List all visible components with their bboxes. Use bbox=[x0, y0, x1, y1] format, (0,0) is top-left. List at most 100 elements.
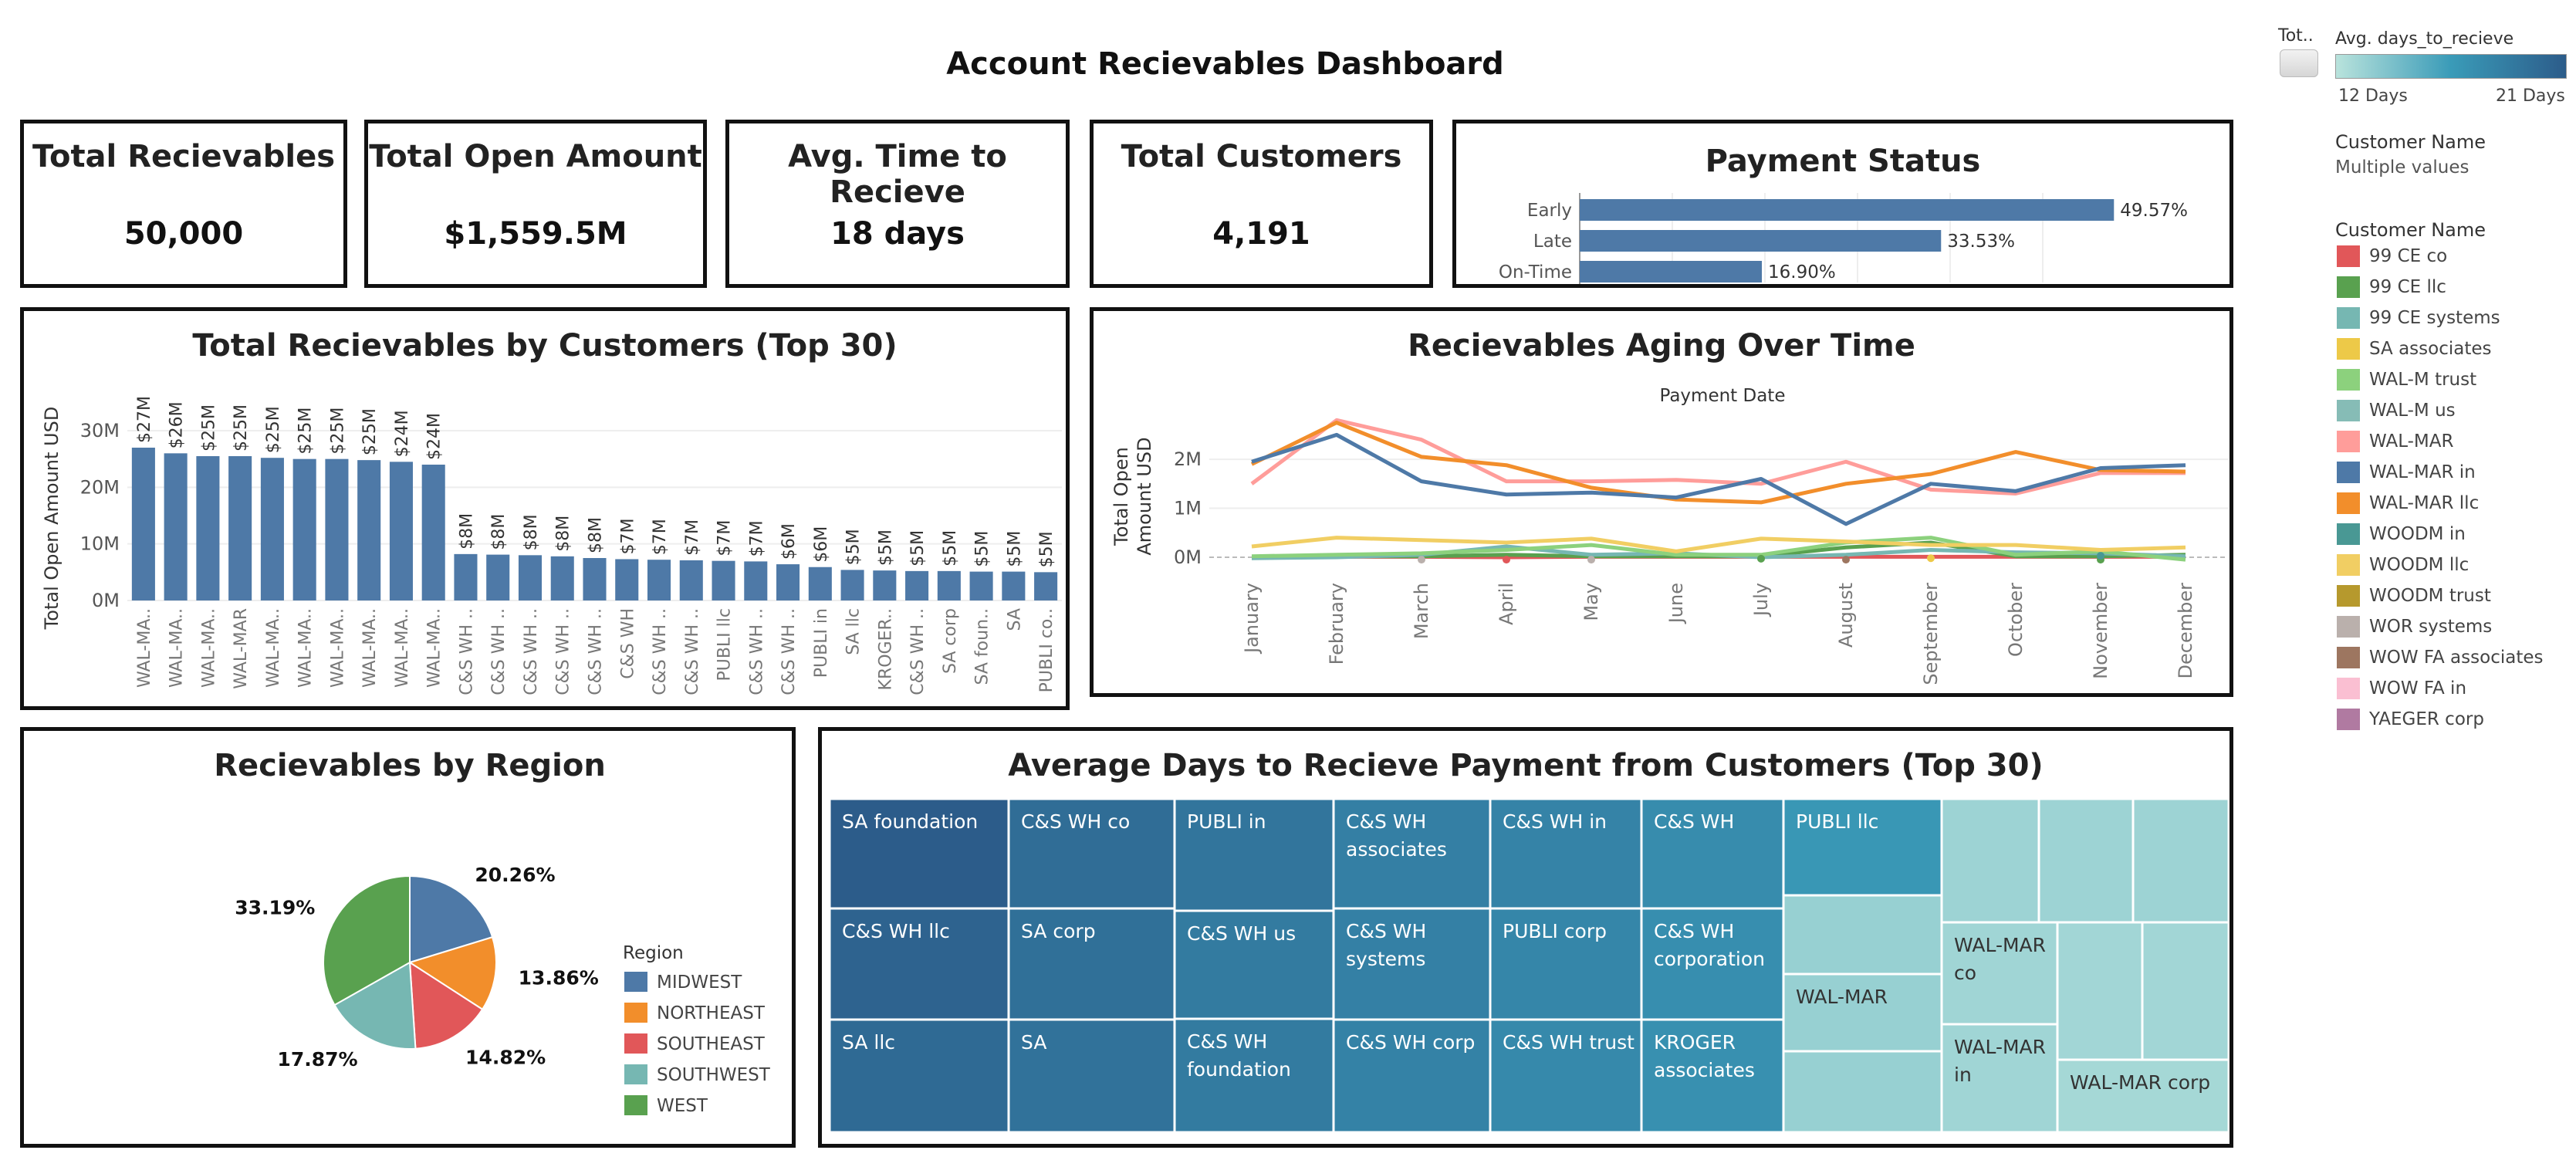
bar[interactable] bbox=[583, 558, 607, 600]
data-point[interactable] bbox=[1587, 556, 1595, 564]
bar[interactable] bbox=[1580, 199, 2115, 221]
value-label: $5M bbox=[876, 529, 895, 566]
chart-title: Total Recievables by Customers (Top 30) bbox=[192, 328, 897, 364]
data-point[interactable] bbox=[1503, 556, 1510, 564]
treemap-tile[interactable] bbox=[2037, 797, 2135, 924]
bar[interactable] bbox=[421, 465, 445, 600]
legend-item[interactable]: SA associates bbox=[2369, 339, 2491, 359]
payment-status-chart: Payment Status Early 49.57% Late 33.53% On-Ti… bbox=[1499, 144, 2188, 284]
bar[interactable] bbox=[357, 460, 381, 600]
bar[interactable] bbox=[647, 560, 671, 600]
legend-item[interactable]: WAL-MAR in bbox=[2369, 462, 2476, 482]
bar[interactable] bbox=[615, 559, 639, 600]
bar[interactable] bbox=[712, 560, 735, 600]
x-tick-label: WAL-MA.. bbox=[135, 608, 154, 688]
legend-item[interactable]: 99 CE co bbox=[2369, 246, 2447, 266]
value-label: $25M bbox=[264, 406, 283, 453]
treemap-tile[interactable] bbox=[1940, 797, 2040, 924]
bar[interactable] bbox=[389, 462, 413, 600]
bar[interactable] bbox=[164, 453, 188, 600]
value-label: $8M bbox=[457, 513, 476, 550]
tot-toggle[interactable] bbox=[2280, 49, 2318, 77]
bar[interactable] bbox=[1034, 572, 1058, 600]
legend-item[interactable]: 99 CE systems bbox=[2369, 308, 2500, 328]
bar[interactable] bbox=[486, 554, 510, 600]
bar[interactable] bbox=[969, 571, 993, 600]
legend-swatch bbox=[2337, 647, 2360, 668]
tile-label: C&S WH corp bbox=[1346, 1031, 1475, 1054]
bar[interactable] bbox=[196, 456, 220, 600]
region-chart: Recievables by Region 20.26% 13.86% 14.82% 1… bbox=[214, 748, 771, 1116]
x-tick-label: September bbox=[1920, 583, 1942, 685]
series-line[interactable] bbox=[1251, 536, 2186, 553]
data-point[interactable] bbox=[1418, 556, 1425, 564]
tile-label: C&S WH trust bbox=[1503, 1031, 1635, 1054]
value-label: $25M bbox=[328, 408, 347, 455]
kpi-card-total-open-amount: Total Open Amount $1,559.5M bbox=[364, 120, 707, 288]
bar[interactable] bbox=[776, 564, 800, 600]
bar[interactable] bbox=[808, 567, 832, 600]
dashboard-title: Account Recievables Dashboard bbox=[946, 46, 1504, 82]
bar[interactable] bbox=[905, 570, 929, 600]
bar[interactable] bbox=[518, 555, 543, 600]
bar[interactable] bbox=[744, 561, 768, 600]
data-point[interactable] bbox=[2097, 552, 2104, 560]
legend-item[interactable]: WOODM in bbox=[2369, 524, 2466, 544]
chart-title: Average Days to Recieve Payment from Cus… bbox=[1008, 748, 2043, 783]
kpi-title: Total Customers bbox=[1121, 139, 1402, 174]
bar[interactable] bbox=[454, 553, 478, 600]
bar[interactable] bbox=[679, 560, 703, 600]
legend-item[interactable]: WAL-MAR llc bbox=[2369, 493, 2479, 513]
category-label: On-Time bbox=[1499, 262, 1572, 282]
legend-item[interactable]: WOODM trust bbox=[2369, 586, 2491, 606]
x-tick-label: C&S WH .. bbox=[747, 608, 766, 695]
bar[interactable] bbox=[228, 456, 252, 600]
slice-label: 17.87% bbox=[277, 1048, 357, 1071]
treemap-tile[interactable] bbox=[1782, 1050, 1943, 1134]
filter-value[interactable]: Multiple values bbox=[2335, 157, 2469, 178]
legend-item[interactable]: WAL-M us bbox=[2369, 401, 2456, 421]
x-tick-label: March bbox=[1411, 583, 1432, 639]
legend-item[interactable]: WAL-MAR bbox=[2369, 431, 2454, 452]
tile-label: C&S WH us bbox=[1187, 922, 1296, 945]
legend-swatch bbox=[2337, 245, 2360, 267]
legend-item[interactable]: WOR systems bbox=[2369, 617, 2492, 637]
legend-item[interactable]: WOODM llc bbox=[2369, 555, 2469, 575]
treemap-tile[interactable] bbox=[1782, 894, 1943, 976]
value-label: $25M bbox=[199, 404, 218, 452]
data-point[interactable] bbox=[1842, 556, 1850, 564]
legend-item[interactable]: WOW FA in bbox=[2369, 678, 2466, 699]
legend-item[interactable]: YAEGER corp bbox=[2369, 709, 2484, 729]
treemap-tile[interactable] bbox=[2141, 921, 2229, 1061]
legend-label: MIDWEST bbox=[657, 972, 742, 993]
x-tick-label: April bbox=[1496, 583, 1517, 625]
series-line[interactable] bbox=[1251, 432, 2186, 526]
x-tick-label: WAL-MA.. bbox=[425, 608, 445, 688]
data-point[interactable] bbox=[1757, 554, 1765, 563]
value-label: $7M bbox=[651, 519, 670, 555]
bar[interactable] bbox=[873, 570, 897, 600]
data-point[interactable] bbox=[1927, 554, 1935, 563]
bar[interactable] bbox=[292, 458, 316, 600]
x-tick-label: WAL-MA.. bbox=[393, 608, 412, 688]
bar[interactable] bbox=[131, 448, 155, 600]
treemap-tile[interactable] bbox=[2056, 921, 2144, 1061]
bar[interactable] bbox=[840, 570, 864, 600]
legend-swatch bbox=[2337, 585, 2360, 607]
y-tick-label: 0M bbox=[1174, 546, 1202, 568]
treemap-tile[interactable] bbox=[2131, 797, 2229, 924]
value-label: $27M bbox=[135, 396, 154, 443]
x-tick-label: C&S WH .. bbox=[779, 608, 799, 695]
value-label: $5M bbox=[1037, 531, 1056, 567]
bar[interactable] bbox=[937, 570, 961, 600]
legend-item[interactable]: WAL-M trust bbox=[2369, 370, 2476, 390]
bar[interactable] bbox=[1002, 571, 1026, 600]
bar[interactable] bbox=[1580, 261, 1763, 282]
bar[interactable] bbox=[1580, 230, 1942, 252]
legend-item[interactable]: WOW FA associates bbox=[2369, 648, 2543, 668]
legend-item[interactable]: 99 CE llc bbox=[2369, 277, 2446, 297]
bar[interactable] bbox=[550, 556, 574, 600]
bar[interactable] bbox=[325, 458, 349, 600]
top-customers-panel: Total Recievables by Customers (Top 30) 0… bbox=[20, 307, 1070, 710]
bar[interactable] bbox=[260, 458, 284, 600]
